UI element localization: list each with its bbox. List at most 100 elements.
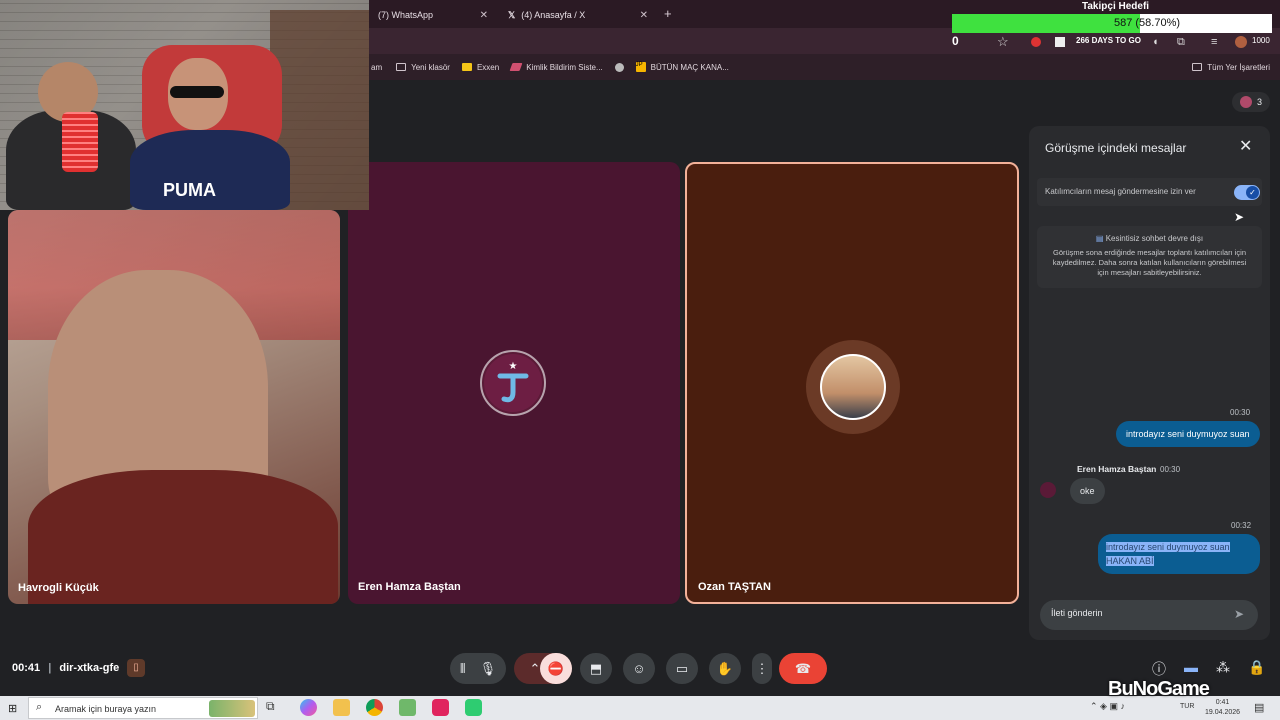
bookmark-globe[interactable] [614, 62, 624, 72]
windows-start-icon[interactable]: ⊞ [8, 702, 17, 715]
close-tab-icon[interactable]: ✕ [640, 10, 648, 21]
chat-icon[interactable]: ▬ [1184, 659, 1198, 675]
chevron-up-icon[interactable]: ⌃ [530, 661, 541, 677]
star-icon[interactable]: ☆ [997, 34, 1009, 50]
app-icon[interactable] [432, 699, 449, 716]
days-badge: 266 DAYS TO GO [1076, 36, 1141, 45]
task-view-icon[interactable]: ⧉ [266, 699, 283, 716]
x-logo-icon: 𝕏 [508, 9, 516, 20]
queue-icon[interactable]: ≡ [1211, 36, 1217, 48]
all-bookmarks[interactable]: Tüm Yer İşaretleri [1192, 63, 1270, 72]
notepad-icon[interactable] [399, 699, 416, 716]
allow-messages-label: Katılımcıların mesaj göndermesine izin v… [1045, 187, 1196, 196]
extension-icon[interactable] [1055, 37, 1065, 47]
message-bubble[interactable]: introdayız seni duymuyoz suan [1116, 421, 1260, 447]
tab-x-home[interactable]: 𝕏 (4) Anasayfa / X ✕ [500, 4, 656, 26]
info-body: Görüşme sona erdiğinde mesajlar toplantı… [1052, 248, 1247, 277]
mic-icon[interactable]: 🎙 [480, 661, 497, 677]
message-bubble[interactable]: introdayız seni duymuyoz suan HAKAN ABİ [1098, 534, 1260, 574]
info-title-text: Kesintisiz sohbet devre dışı [1105, 234, 1204, 243]
tab-label: (4) Anasayfa / X [521, 10, 586, 20]
trabzonspor-logo-icon: ★ [484, 354, 542, 412]
bookmark-partial[interactable]: am [371, 63, 382, 72]
lock-icon[interactable]: 🔒 [1248, 659, 1265, 676]
close-tab-icon[interactable]: ✕ [480, 10, 488, 21]
bookmark-folder[interactable]: Yeni klasör [396, 63, 450, 72]
end-call-button[interactable]: ☎ [779, 653, 827, 684]
allow-messages-toggle[interactable]: ✓ [1234, 185, 1260, 200]
bookmark-label: Tüm Yer İşaretleri [1207, 62, 1270, 72]
participant-tile-eren[interactable]: ★ Eren Hamza Baştan [348, 162, 680, 604]
file-explorer-icon[interactable] [333, 699, 350, 716]
notifications-icon[interactable]: ▤ [1254, 701, 1264, 714]
video-off-icon: ⛔ [547, 660, 565, 676]
participant-tile-ozan[interactable]: Ozan TAŞTAN [685, 162, 1019, 604]
present-button[interactable]: ⬒ [580, 653, 612, 684]
bookmark-label: Exxen [476, 62, 500, 72]
check-icon: ✓ [1246, 186, 1259, 199]
goal-text: 587 (58.70%) [1113, 17, 1181, 29]
copilot-icon[interactable] [300, 699, 317, 716]
profile-avatar[interactable] [1235, 36, 1247, 48]
app-icon[interactable] [465, 699, 482, 716]
send-icon[interactable]: ➤ [1234, 607, 1244, 621]
meeting-time: 00:41 [12, 662, 41, 674]
message-time: 00:30 [1230, 408, 1251, 417]
meeting-info: 00:41 | dir-xtka-gfe [12, 662, 119, 674]
camera-off-button[interactable]: ⛔ [540, 653, 572, 684]
extension-icon[interactable] [1031, 37, 1041, 47]
bookmark-kimlik[interactable]: Kimlik Bildirim Siste... [509, 63, 603, 72]
participant-tile-havrogli[interactable]: Havrogli Küçük [8, 210, 340, 604]
info-icon[interactable]: ⓘ [1152, 659, 1166, 679]
extension-icon[interactable]: ◖ [1152, 36, 1159, 48]
hand-icon: ✋ [716, 660, 734, 676]
tab-whatsapp[interactable]: (7) WhatsApp ✕ [370, 4, 496, 26]
host-controls-icon[interactable]: ▯ [127, 659, 145, 677]
message-input[interactable] [1051, 608, 1231, 618]
bookmark-mac[interactable]: JP BÜTÜN MAÇ KANA... [635, 62, 729, 72]
search-highlight-image [209, 700, 255, 717]
separator: | [48, 662, 52, 674]
windows-taskbar: ⊞ ⌕ Aramak için buraya yazın ⧉ ⌃ ◈ ▣ ♪ T… [0, 696, 1280, 720]
folder-icon [396, 63, 407, 71]
mic-group: ⦀ 🎙 [450, 653, 506, 684]
streamer-webcam: PUMA [0, 0, 369, 210]
mouse-cursor-icon: ➤ [1234, 210, 1245, 224]
message-bubble[interactable]: oke [1070, 478, 1105, 504]
info-title: ▤ Kesintisiz sohbet devre dışı [1037, 234, 1262, 243]
tray-icons[interactable]: ⌃ ◈ ▣ ♪ [1090, 701, 1125, 712]
taskbar-search[interactable]: ⌕ Aramak için buraya yazın [28, 697, 258, 719]
exxen-icon [461, 63, 472, 71]
puzzle-icon[interactable]: ⧉ [1177, 36, 1185, 49]
participants-button[interactable]: 3 [1232, 92, 1270, 112]
new-tab-button[interactable]: + [664, 6, 672, 21]
search-placeholder: Aramak için buraya yazın [55, 704, 157, 714]
message-time: 00:32 [1231, 521, 1252, 530]
audio-level-icon: ⦀ [459, 660, 466, 676]
raise-hand-button[interactable]: ✋ [709, 653, 741, 684]
captions-button[interactable]: ▭ [666, 653, 698, 684]
reactions-button[interactable]: ☺ [623, 653, 655, 684]
language-indicator[interactable]: TUR [1180, 703, 1194, 710]
microphone [62, 112, 98, 172]
message-line: introdayız seni duymuyoz suan [1106, 542, 1230, 552]
bookmark-label: BÜTÜN MAÇ KANA... [650, 62, 729, 72]
clock-date: 19.04.2026 [1205, 709, 1241, 716]
message-sender: Eren Hamza Baştan [1077, 464, 1157, 474]
clock[interactable]: 0:41 19.04.2026 [1205, 698, 1240, 718]
phone-hangup-icon: ☎ [794, 660, 812, 676]
bookmark-exxen[interactable]: Exxen [461, 62, 500, 72]
avatar: ★ [480, 350, 546, 416]
shirt-logo: PUMA [163, 180, 216, 200]
chrome-icon[interactable] [366, 699, 383, 716]
counter-value: 0 [952, 34, 959, 48]
globe-icon [614, 62, 624, 72]
participant-name: Ozan TAŞTAN [698, 581, 771, 593]
meeting-code: dir-xtka-gfe [59, 662, 120, 674]
activities-icon[interactable]: ⁂ [1216, 659, 1230, 676]
feather-icon [509, 63, 523, 71]
close-icon[interactable]: ✕ [1239, 136, 1252, 156]
svg-text:★: ★ [509, 361, 518, 372]
folder-icon [1192, 63, 1203, 71]
more-options-button[interactable]: ⋮ [752, 653, 772, 684]
